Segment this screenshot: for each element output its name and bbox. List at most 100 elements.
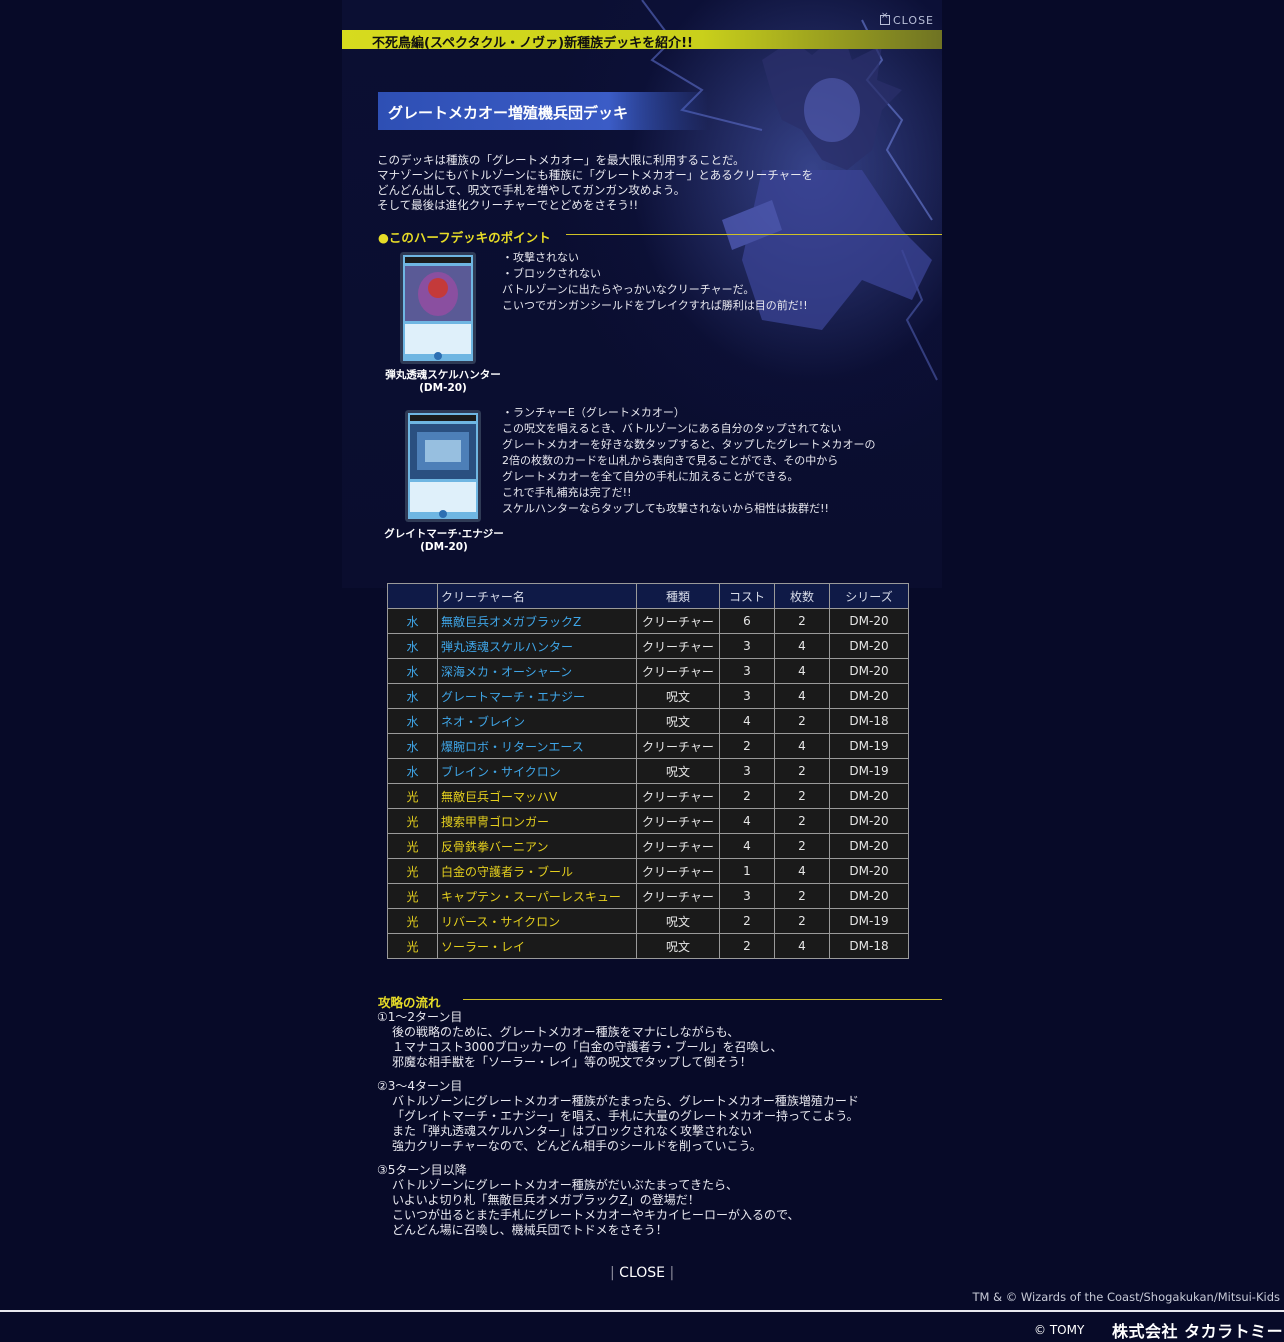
table-cell-type: クリーチャー	[636, 833, 720, 859]
header-banner-text: 不死鳥編(スペクタクル・ノヴァ)新種族デッキを紹介!!	[372, 36, 693, 51]
card-name: 弾丸透魂スケルハンター	[385, 369, 501, 381]
table-cell-type: 呪文	[636, 933, 720, 959]
table-cell-civ: 光	[387, 908, 438, 934]
table-row: 光リバース・サイクロン 呪文 2 2 DM-19	[387, 908, 909, 934]
table-row: 水ネオ・ブレイン 呪文 4 2 DM-18	[387, 708, 909, 734]
table-cell-name: 捜索甲冑ゴロンガー	[437, 808, 637, 834]
table-row: 水弾丸透魂スケルハンター クリーチャー 3 4 DM-20	[387, 633, 909, 659]
flow-step-title: ③5ターン目以降	[377, 1163, 467, 1177]
table-cell-name: 爆腕ロボ・リターンエース	[437, 733, 637, 759]
flow-line: バトルゾーンにグレートメカオー種族がたまったら、グレートメカオー種族増殖カード	[392, 1094, 859, 1108]
separator: |	[669, 1265, 675, 1281]
table-row: 水グレートマーチ・エナジー 呪文 3 4 DM-20	[387, 683, 909, 709]
intro-text: このデッキは種族の「グレートメカオー」を最大限に利用することだ。 マナゾーンにも…	[377, 153, 813, 213]
flow-step: ③5ターン目以降 バトルゾーンにグレートメカオー種族がだいぶたまってきたら、 い…	[377, 1163, 859, 1238]
table-cell-type: クリーチャー	[636, 783, 720, 809]
table-cell-civ: 光	[387, 783, 438, 809]
table-cell-cost: 4	[719, 808, 775, 834]
deck-title: グレートメカオー増殖機兵団デッキ	[388, 104, 629, 122]
copyright-text: TM & © Wizards of the Coast/Shogakukan/M…	[972, 1290, 1280, 1304]
table-cell-cost: 2	[719, 733, 775, 759]
table-cell-name: キャプテン・スーパーレスキュー	[437, 883, 637, 909]
card-caption-skeleton-hunter: 弾丸透魂スケルハンター (DM-20)	[383, 369, 503, 395]
table-cell-cost: 3	[719, 683, 775, 709]
card-image-skeleton-hunter	[400, 252, 476, 364]
table-cell-series: DM-20	[829, 608, 909, 634]
close-button-bottom[interactable]: CLOSE	[619, 1265, 665, 1281]
table-row: 光反骨鉄拳バーニアン クリーチャー 4 2 DM-20	[387, 833, 909, 859]
table-cell-name: グレートマーチ・エナジー	[437, 683, 637, 709]
intro-line: マナゾーンにもバトルゾーンにも種族に「グレートメカオー」とあるクリーチャーを	[377, 168, 814, 182]
desc-line: ・攻撃されない	[502, 251, 579, 264]
flow-line: 邪魔な相手獣を「ソーラー・レイ」等の呪文でタップして倒そう！	[392, 1055, 752, 1069]
card-set: (DM-20)	[420, 541, 468, 553]
close-button-top[interactable]: CLOSE	[880, 11, 934, 27]
table-cell-type: 呪文	[636, 683, 720, 709]
table-cell-name: 反骨鉄拳バーニアン	[437, 833, 637, 859]
close-link-bottom: | CLOSE |	[610, 1265, 674, 1281]
desc-line: バトルゾーンに出たらやっかいなクリーチャーだ。	[502, 283, 755, 296]
table-cell-type: クリーチャー	[636, 858, 720, 884]
table-cell-name: 白金の守護者ラ・ブール	[437, 858, 637, 884]
table-cell-count: 4	[774, 683, 830, 709]
table-row: 水深海メカ・オーシャーン クリーチャー 3 4 DM-20	[387, 658, 909, 684]
header-count: 枚数	[774, 583, 830, 609]
table-cell-type: クリーチャー	[636, 733, 720, 759]
table-cell-count: 4	[774, 658, 830, 684]
card-caption-great-march-energy: グレイトマーチ·エナジー (DM-20)	[384, 528, 504, 554]
table-cell-count: 2	[774, 833, 830, 859]
table-row: 光ソーラー・レイ 呪文 2 4 DM-18	[387, 933, 909, 959]
table-cell-cost: 2	[719, 908, 775, 934]
table-cell-type: クリーチャー	[636, 883, 720, 909]
table-cell-count: 2	[774, 808, 830, 834]
table-cell-series: DM-18	[829, 933, 909, 959]
table-cell-series: DM-18	[829, 708, 909, 734]
header-cost: コスト	[719, 583, 775, 609]
table-cell-series: DM-19	[829, 758, 909, 784]
table-cell-series: DM-20	[829, 783, 909, 809]
desc-line: ・ランチャーE（グレートメカオー）	[502, 406, 685, 419]
card-desc-skeleton-hunter: ・攻撃されない ・ブロックされない バトルゾーンに出たらやっかいなクリーチャーだ…	[502, 250, 808, 314]
card-name: グレイトマーチ·エナジー	[384, 528, 504, 540]
table-cell-cost: 4	[719, 708, 775, 734]
flow-step-title: ②3〜4ターン目	[377, 1079, 463, 1093]
table-cell-series: DM-20	[829, 683, 909, 709]
table-cell-civ: 光	[387, 933, 438, 959]
flow-step: ①1〜2ターン目 後の戦略のために、グレートメカオー種族をマナにしながらも、 １…	[377, 1010, 859, 1070]
flow-line: 後の戦略のために、グレートメカオー種族をマナにしながらも、	[392, 1025, 740, 1039]
card-desc-great-march-energy: ・ランチャーE（グレートメカオー） この呪文を唱えるとき、バトルゾーンにある自分…	[502, 405, 876, 517]
table-cell-series: DM-20	[829, 858, 909, 884]
table-cell-cost: 3	[719, 883, 775, 909]
table-cell-civ: 光	[387, 858, 438, 884]
table-cell-series: DM-20	[829, 658, 909, 684]
flow-step: ②3〜4ターン目 バトルゾーンにグレートメカオー種族がたまったら、グレートメカオ…	[377, 1079, 859, 1154]
header-series: シリーズ	[829, 583, 909, 609]
intro-line: そして最後は進化クリーチャーでとどめをさそう!!	[377, 198, 639, 212]
table-cell-name: 弾丸透魂スケルハンター	[437, 633, 637, 659]
table-row: 光キャプテン・スーパーレスキュー クリーチャー 3 2 DM-20	[387, 883, 909, 909]
intro-line: このデッキは種族の「グレートメカオー」を最大限に利用することだ。	[377, 153, 745, 167]
table-cell-series: DM-20	[829, 833, 909, 859]
table-cell-civ: 光	[387, 883, 438, 909]
table-cell-type: クリーチャー	[636, 808, 720, 834]
card-art	[400, 252, 476, 364]
desc-line: ・ブロックされない	[502, 267, 601, 280]
table-cell-civ: 水	[387, 733, 438, 759]
card-image-great-march-energy	[405, 410, 481, 522]
table-cell-cost: 1	[719, 858, 775, 884]
table-cell-count: 2	[774, 758, 830, 784]
points-heading: ●このハーフデッキのポイント	[378, 230, 551, 245]
table-cell-count: 4	[774, 858, 830, 884]
table-cell-count: 4	[774, 633, 830, 659]
table-cell-type: 呪文	[636, 908, 720, 934]
deck-title-bar: グレートメカオー増殖機兵団デッキ	[378, 92, 708, 130]
flow-line: 強力クリーチャーなので、どんどん相手のシールドを削っていこう。	[392, 1139, 762, 1153]
flow-line: こいつが出るとまた手札にグレートメカオーやキカイヒーローが入るので、	[392, 1208, 800, 1222]
flow-heading: 攻略の流れ	[378, 995, 441, 1010]
table-cell-count: 2	[774, 883, 830, 909]
tomy-logo: © TOMY	[1034, 1323, 1085, 1337]
table-cell-series: DM-19	[829, 733, 909, 759]
flow-line: 「グレイトマーチ・エナジー」を唱え、手札に大量のグレートメカオー持ってこよう。	[392, 1109, 859, 1123]
flow-line: １マナコスト3000ブロッカーの「白金の守護者ラ・ブール」を召喚し、	[392, 1040, 783, 1054]
flow-line: また「弾丸透魂スケルハンター」はブロックされなく攻撃されない	[392, 1124, 753, 1138]
